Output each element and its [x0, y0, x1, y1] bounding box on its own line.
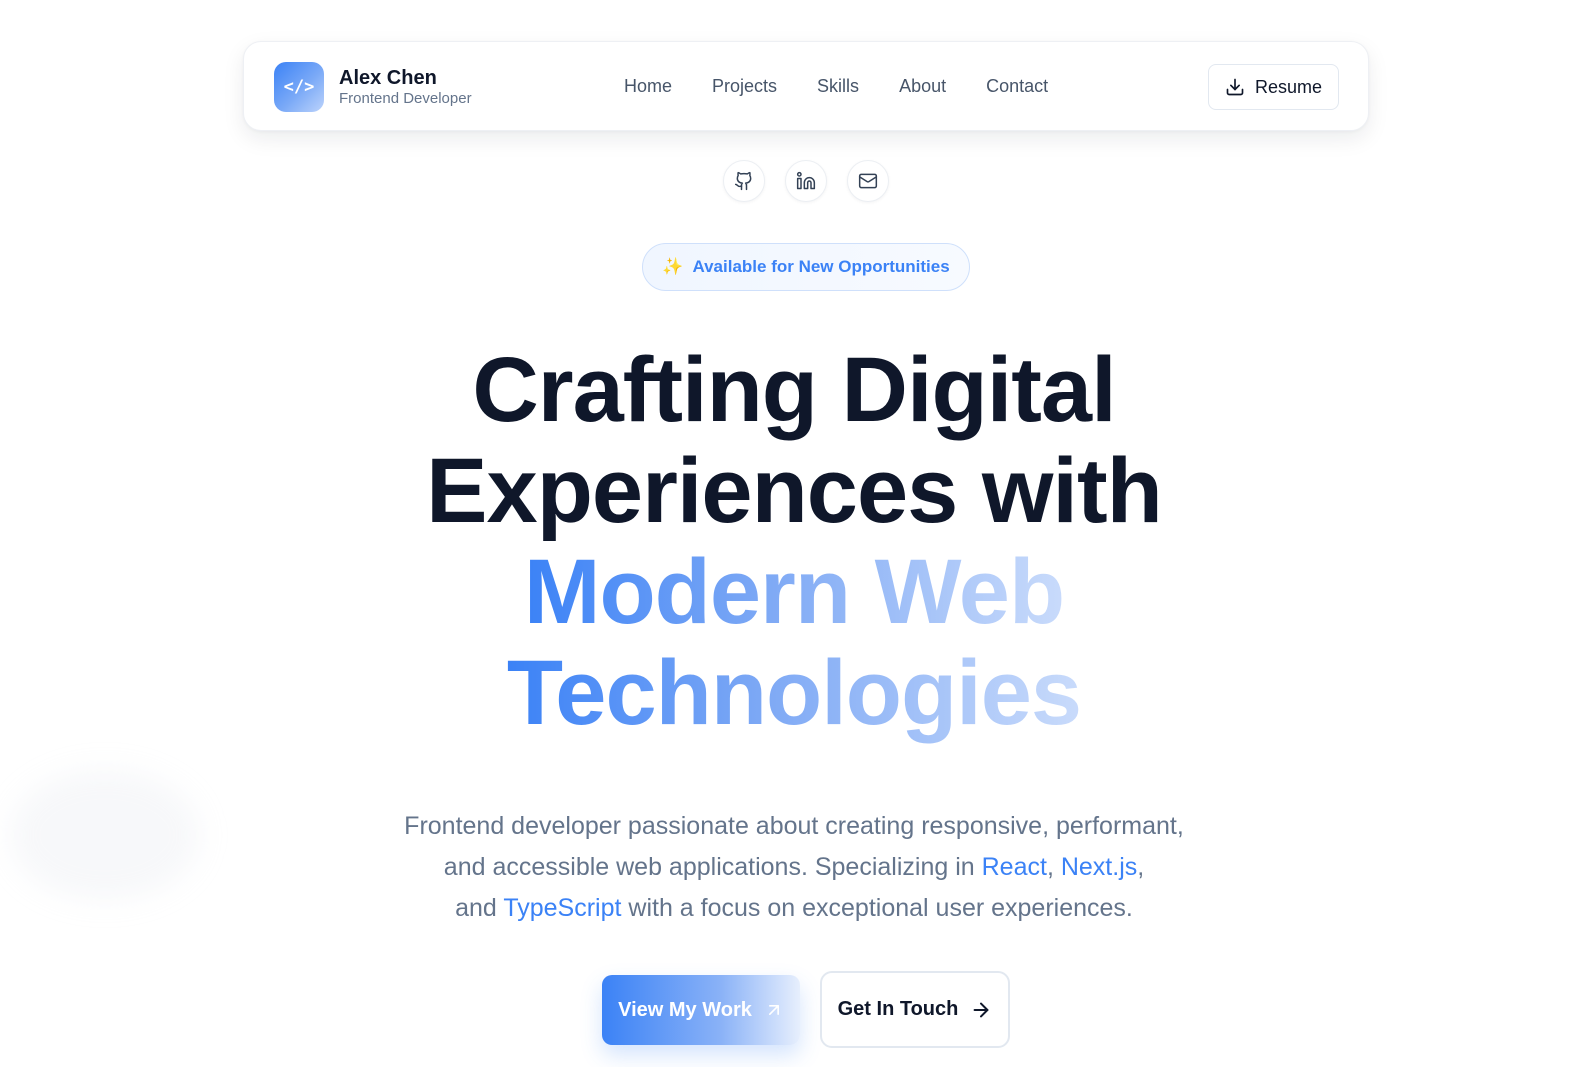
- nav-link-skills[interactable]: Skills: [817, 75, 859, 97]
- mail-icon: [858, 173, 878, 189]
- nav-link-home[interactable]: Home: [624, 75, 672, 97]
- headline-line-3: Modern Web: [523, 541, 1065, 643]
- desc-part-2: and accessible web applications. Special…: [443, 853, 975, 881]
- nav-link-contact[interactable]: Contact: [986, 75, 1048, 97]
- resume-button[interactable]: Resume: [1208, 64, 1339, 110]
- social-links: [723, 160, 909, 202]
- get-in-touch-button[interactable]: Get In Touch: [820, 971, 1010, 1048]
- hero-headline: Crafting Digital Experiences with Modern…: [0, 340, 1588, 744]
- hero-description: Frontend developer passionate about crea…: [344, 806, 1244, 929]
- desc-sep-2: ,: [1137, 853, 1145, 881]
- github-link[interactable]: [723, 160, 765, 202]
- brand-role: Frontend Developer: [339, 89, 472, 107]
- decorative-blur: [10, 770, 200, 900]
- linkedin-link[interactable]: [785, 160, 827, 202]
- resume-label: Resume: [1254, 76, 1323, 97]
- tech-nextjs: Next.js: [1060, 853, 1138, 881]
- headline-line-2: Experiences with: [426, 440, 1163, 542]
- linkedin-icon: [796, 171, 816, 190]
- brand-text: Alex Chen Frontend Developer: [339, 67, 472, 108]
- badge-label: Available for New Opportunities: [692, 257, 950, 276]
- download-icon: [1226, 78, 1244, 96]
- headline-line-4-wrap: Technologies: [0, 643, 1588, 744]
- headline-line-1: Crafting Digital: [472, 339, 1116, 441]
- desc-part-3: and: [455, 894, 497, 922]
- portfolio-page: </> Alex Chen Frontend Developer Home Pr…: [0, 0, 1588, 1067]
- headline-line-4: Technologies: [506, 642, 1082, 744]
- mail-link[interactable]: [847, 160, 889, 202]
- desc-part-1: Frontend developer passionate about crea…: [404, 812, 1184, 840]
- nav-links: Home Projects Skills About Contact: [624, 75, 1088, 97]
- availability-badge: ✨ Available for New Opportunities: [642, 243, 970, 291]
- tech-react: React: [981, 853, 1047, 881]
- code-icon: </>: [274, 62, 324, 112]
- arrow-up-right-icon: [768, 1005, 779, 1015]
- arrow-right-icon: [973, 1002, 989, 1017]
- get-in-touch-label: Get In Touch: [837, 998, 959, 1020]
- view-work-button[interactable]: View My Work: [602, 975, 800, 1045]
- desc-part-4: with a focus on exceptional user experie…: [628, 894, 1133, 922]
- nav-link-about[interactable]: About: [899, 75, 946, 97]
- brand-name: Alex Chen: [339, 66, 437, 89]
- tech-typescript: TypeScript: [503, 894, 622, 922]
- view-work-label: View My Work: [618, 998, 752, 1021]
- nav-link-projects[interactable]: Projects: [712, 75, 777, 97]
- sparkles-icon: ✨: [662, 257, 684, 276]
- desc-sep-1: ,: [1046, 853, 1054, 881]
- headline-line-3-wrap: Modern Web: [0, 542, 1588, 643]
- brand[interactable]: </> Alex Chen Frontend Developer: [274, 62, 472, 112]
- github-icon: [734, 171, 752, 191]
- navbar: </> Alex Chen Frontend Developer Home Pr…: [243, 41, 1369, 131]
